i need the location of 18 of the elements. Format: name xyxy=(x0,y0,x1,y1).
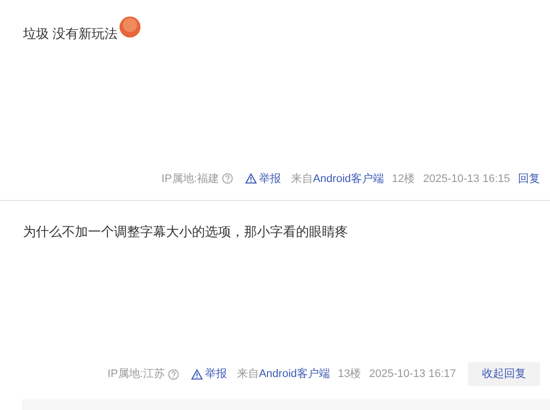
warning-icon xyxy=(244,173,257,184)
source-text: 来自Android客户端 xyxy=(290,172,384,186)
floor-number: 12楼 xyxy=(392,172,416,186)
help-icon xyxy=(168,368,179,380)
post-time: 2025-10-13 16:17 xyxy=(369,366,456,382)
collapse-replies-button[interactable]: 收起回复 xyxy=(468,362,540,386)
warning-icon xyxy=(190,368,203,380)
ip-location: IP属地:福建 xyxy=(162,172,219,186)
post-time: 2025-10-13 16:15 xyxy=(423,172,510,186)
floor-number: 13楼 xyxy=(338,366,362,382)
reply-link[interactable]: 回复 xyxy=(518,170,540,187)
help-icon xyxy=(222,173,233,184)
post-text: 垃圾 没有新玩法 xyxy=(23,25,118,43)
report-link[interactable]: 举报 xyxy=(244,170,281,187)
post-text: 为什么不加一个调整字幕大小的选项，那小字看的眼睛疼 xyxy=(23,223,348,241)
source-text: 来自Android客户端 xyxy=(236,366,330,382)
ip-location: IP属地:江苏 xyxy=(108,366,165,382)
report-link[interactable]: 举报 xyxy=(190,366,227,382)
